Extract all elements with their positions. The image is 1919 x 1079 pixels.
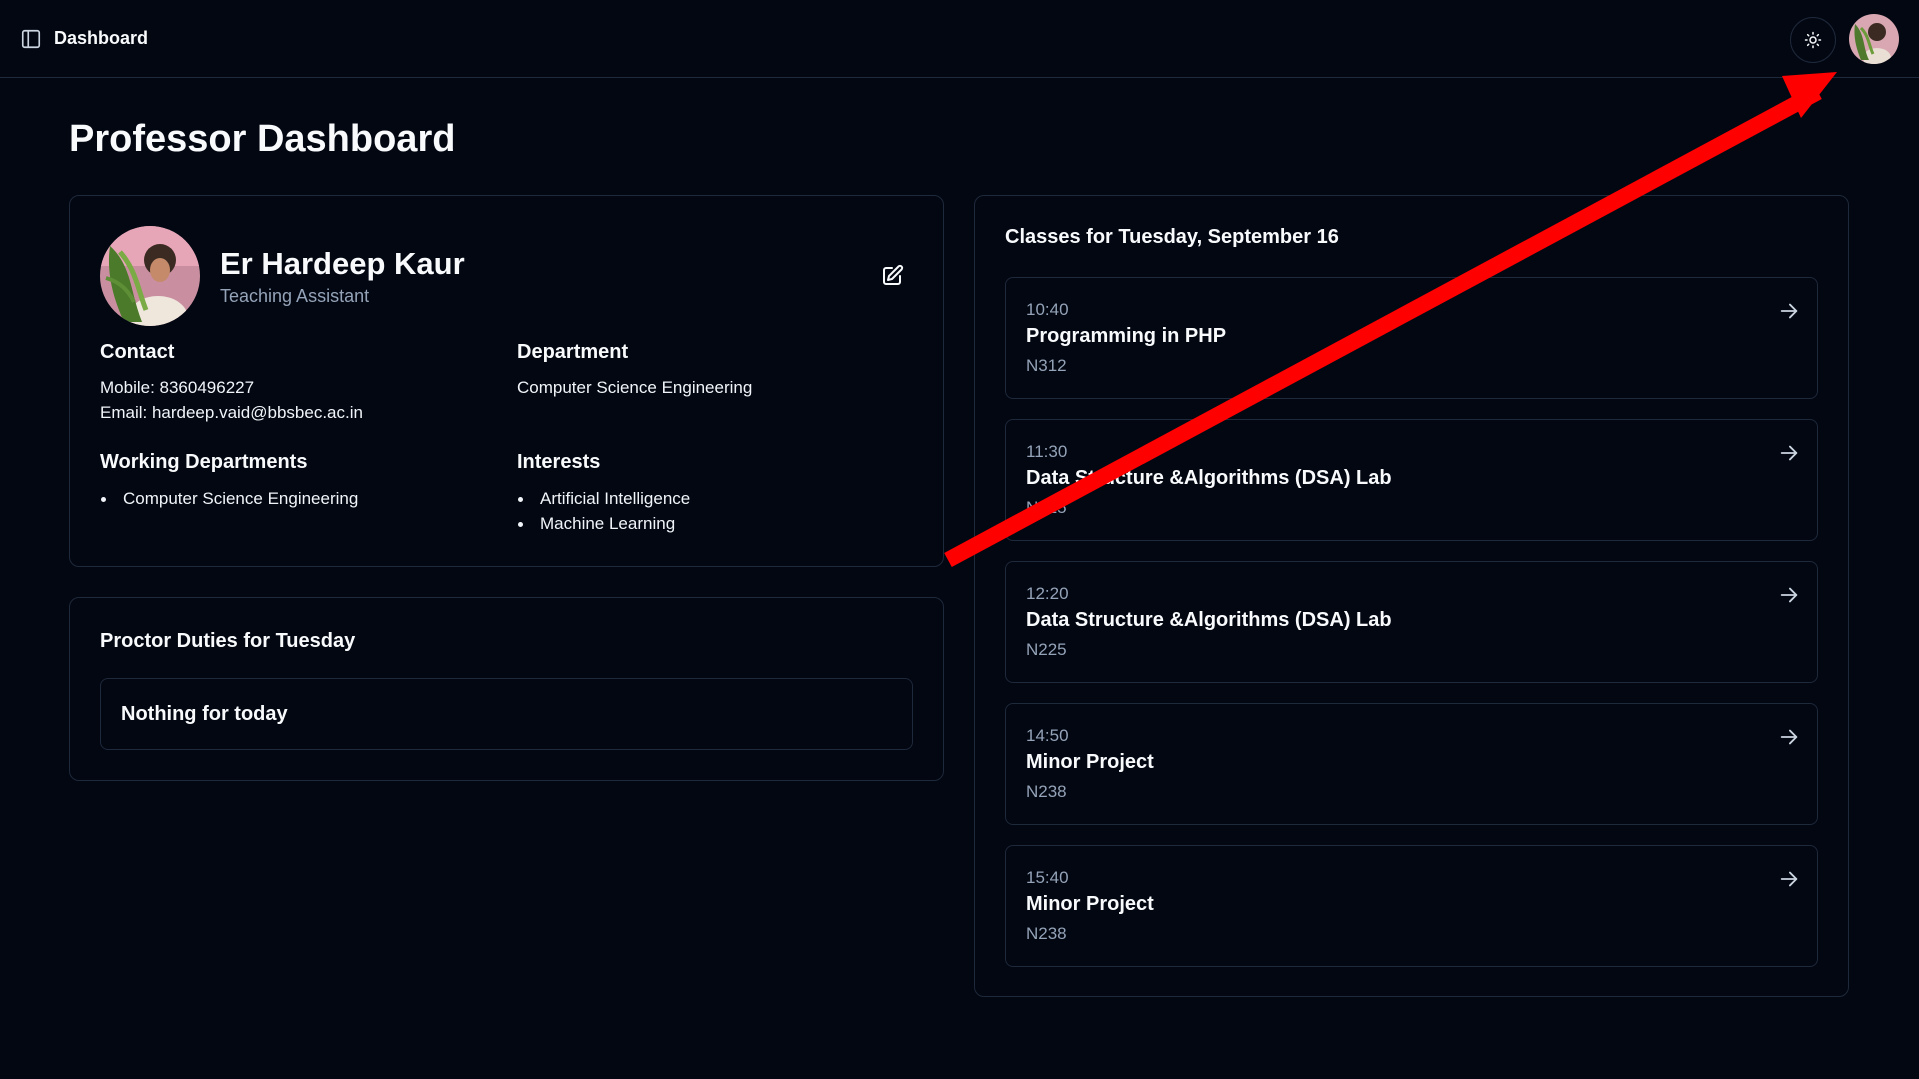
contact-email: Email: hardeep.vaid@bbsbec.ac.in — [100, 403, 363, 422]
classes-heading: Classes for Tuesday, September 16 — [1005, 226, 1339, 248]
topbar-title: Dashboard — [54, 28, 149, 48]
top-bar: Dashboard — [0, 0, 1919, 78]
arrow-right-icon[interactable] — [1778, 300, 1800, 322]
contact-heading: Contact — [100, 341, 175, 363]
class-item[interactable]: 15:40 Minor Project N238 — [1005, 845, 1818, 967]
class-item[interactable]: 10:40 Programming in PHP N312 — [1005, 277, 1818, 399]
proctor-duties-empty-box: Nothing for today — [100, 678, 913, 750]
contact-mobile: Mobile: 8360496227 — [100, 378, 255, 397]
class-time: 14:50 — [1026, 726, 1069, 745]
classes-card: Classes for Tuesday, September 16 10:40 … — [974, 195, 1849, 997]
sun-icon — [1804, 31, 1822, 49]
profile-name: Er Hardeep Kaur — [220, 246, 465, 281]
user-avatar-button[interactable] — [1849, 14, 1899, 64]
class-time: 12:20 — [1026, 584, 1069, 603]
class-room: N238 — [1026, 782, 1067, 801]
class-item[interactable]: 12:20 Data Structure &Algorithms (DSA) L… — [1005, 561, 1818, 683]
sidebar-toggle-icon[interactable] — [20, 28, 42, 50]
profile-role: Teaching Assistant — [220, 286, 370, 306]
profile-card: Er Hardeep Kaur Teaching Assistant Conta… — [69, 195, 944, 567]
class-room: N238 — [1026, 924, 1067, 943]
profile-photo — [100, 226, 200, 326]
working-department-item: Computer Science Engineering — [100, 486, 358, 511]
working-departments-list: Computer Science Engineering — [100, 486, 358, 511]
interests-heading: Interests — [517, 451, 601, 473]
class-name: Minor Project — [1026, 893, 1154, 915]
class-name: Data Structure &Algorithms (DSA) Lab — [1026, 467, 1392, 489]
interest-item: Machine Learning — [517, 511, 690, 536]
proctor-duties-card: Proctor Duties for Tuesday Nothing for t… — [69, 597, 944, 781]
class-room: N225 — [1026, 498, 1067, 517]
class-list: 10:40 Programming in PHP N312 11:30 Data… — [1005, 277, 1818, 987]
proctor-duties-heading: Proctor Duties for Tuesday — [100, 630, 356, 652]
arrow-right-icon[interactable] — [1778, 726, 1800, 748]
class-room: N312 — [1026, 356, 1067, 375]
class-room: N225 — [1026, 640, 1067, 659]
working-departments-heading: Working Departments — [100, 451, 308, 473]
arrow-right-icon[interactable] — [1778, 584, 1800, 606]
page-title: Professor Dashboard — [69, 118, 456, 160]
class-name: Minor Project — [1026, 751, 1154, 773]
avatar-image — [1849, 14, 1899, 64]
class-item[interactable]: 14:50 Minor Project N238 — [1005, 703, 1818, 825]
theme-toggle-button[interactable] — [1790, 17, 1836, 63]
arrow-right-icon[interactable] — [1778, 442, 1800, 464]
class-time: 15:40 — [1026, 868, 1069, 887]
class-time: 11:30 — [1026, 442, 1068, 461]
class-time: 10:40 — [1026, 300, 1069, 319]
department-heading: Department — [517, 341, 629, 363]
edit-profile-icon[interactable] — [880, 264, 904, 288]
annotation-arrow-head — [1782, 72, 1837, 118]
department-value: Computer Science Engineering — [517, 378, 753, 397]
class-name: Programming in PHP — [1026, 325, 1227, 347]
profile-avatar — [100, 226, 200, 326]
interest-item: Artificial Intelligence — [517, 486, 690, 511]
interests-list: Artificial Intelligence Machine Learning — [517, 486, 690, 536]
proctor-empty-text: Nothing for today — [121, 703, 288, 725]
arrow-right-icon[interactable] — [1778, 868, 1800, 890]
class-item[interactable]: 11:30 Data Structure &Algorithms (DSA) L… — [1005, 419, 1818, 541]
class-name: Data Structure &Algorithms (DSA) Lab — [1026, 609, 1392, 631]
